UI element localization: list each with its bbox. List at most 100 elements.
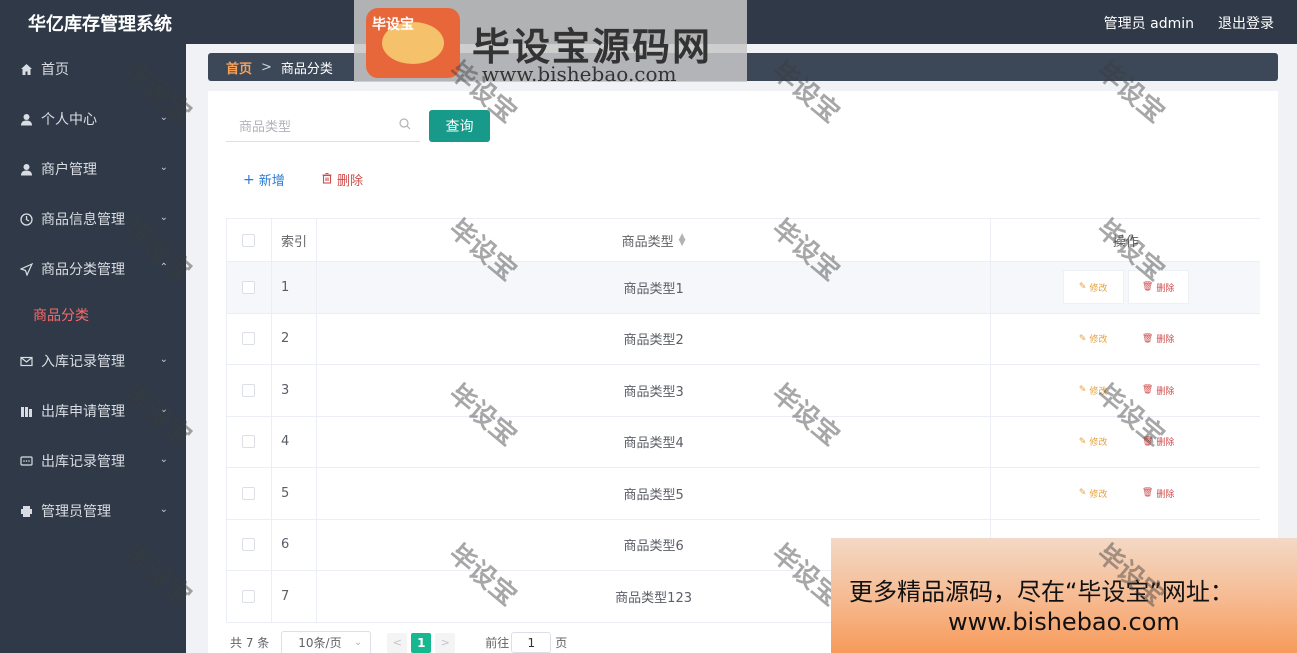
page-size-value: 10条/页 (298, 636, 342, 650)
batch-delete-button[interactable]: 删除 (321, 170, 363, 189)
delete-button[interactable]: 🗑删除 (1128, 477, 1188, 510)
pagination: 共 7 条 10条/页 ⌄ < 1 > 前往 1 页 (230, 630, 568, 653)
delete-button[interactable]: 🗑删除 (1128, 322, 1188, 355)
edit-icon: ✎ (1078, 488, 1087, 499)
sidebar-item-merchant[interactable]: 商户管理 ⌄ (0, 144, 186, 194)
column-header-type[interactable]: 商品类型 ▲ ▼ (317, 219, 992, 261)
trash-icon: 🗑 (1141, 333, 1154, 344)
row-checkbox[interactable] (242, 538, 256, 552)
batch-delete-label: 删除 (337, 174, 364, 189)
sort-icon[interactable]: ▲ ▼ (679, 233, 686, 248)
promo-banner: 更多精品源码，尽在“毕设宝”网址： www.bishebao.com (831, 538, 1297, 653)
promo-line-1: 更多精品源码，尽在“毕设宝”网址： (849, 578, 1234, 606)
sidebar-item-label: 商品分类管理 (41, 262, 125, 278)
search-placeholder: 商品类型 (239, 120, 292, 135)
row-index: 1 (272, 262, 317, 313)
row-checkbox[interactable] (242, 486, 256, 500)
chevron-down-icon: ⌄ (159, 212, 168, 223)
sidebar-item-label: 商品信息管理 (41, 212, 125, 228)
query-button[interactable]: 查询 (429, 110, 490, 142)
add-button[interactable]: + 新增 (243, 170, 285, 190)
select-all-checkbox[interactable] (242, 233, 256, 247)
edit-icon: ✎ (1078, 436, 1087, 447)
delete-button[interactable]: 🗑删除 (1128, 425, 1188, 458)
chevron-down-icon: ⌄ (159, 354, 168, 365)
sidebar-item-admin-management[interactable]: 管理员管理 ⌄ (0, 486, 186, 536)
chevron-down-icon: ⌄ (159, 454, 168, 465)
row-checkbox[interactable] (242, 280, 256, 294)
sidebar-item-product-info[interactable]: 商品信息管理 ⌄ (0, 194, 186, 244)
goto-prefix: 前往 (485, 636, 510, 650)
column-header-index: 索引 (272, 219, 317, 261)
current-user: 管理员 admin (1103, 16, 1194, 32)
row-type: 商品类型5 (317, 468, 992, 519)
trash-icon: 🗑 (1141, 282, 1154, 293)
row-index: 5 (272, 468, 317, 519)
user-icon (18, 111, 34, 127)
sidebar-subitem-product-category[interactable]: 商品分类 (0, 294, 186, 336)
sidebar-item-label: 管理员管理 (41, 504, 111, 520)
row-type: 商品类型4 (317, 416, 992, 467)
goto-page-input[interactable]: 1 (511, 632, 552, 653)
row-index: 2 (272, 313, 317, 364)
sidebar-item-outbound-requests[interactable]: 出库申请管理 ⌄ (0, 386, 186, 436)
watermark-url: www.bishebao.com (482, 62, 677, 86)
chevron-up-icon: ⌃ (159, 262, 168, 273)
sidebar-item-label: 入库记录管理 (41, 354, 125, 370)
chevron-down-icon: ⌄ (353, 636, 363, 648)
chevron-down-icon: ⌄ (159, 112, 168, 123)
sidebar-item-outbound-records[interactable]: 出库记录管理 ⌄ (0, 436, 186, 486)
logout-link[interactable]: 退出登录 (1218, 13, 1274, 33)
edit-button[interactable]: ✎修改 (1063, 425, 1123, 458)
table-row: 2 商品类型2 ✎ 修改 🗑 删除 (227, 313, 1260, 365)
column-header-ops: 操作 (1112, 234, 1139, 250)
next-page-button[interactable]: > (435, 632, 456, 653)
mail-icon (18, 353, 34, 369)
chat-icon (18, 453, 34, 469)
sidebar-item-inbound-records[interactable]: 入库记录管理 ⌄ (0, 336, 186, 386)
page-size-select[interactable]: 10条/页 ⌄ (281, 630, 372, 653)
edit-button[interactable]: ✎修改 (1063, 374, 1123, 407)
sidebar-item-label: 个人中心 (41, 112, 97, 128)
breadcrumb-home[interactable]: 首页 (226, 58, 252, 77)
page-number-current[interactable]: 1 (411, 632, 432, 653)
sidebar-item-label: 商户管理 (41, 162, 97, 178)
watermark-logo-text: 毕设宝 (372, 17, 414, 33)
trash-icon: 🗑 (1141, 385, 1154, 396)
printer-icon (18, 503, 34, 519)
row-index: 6 (272, 519, 317, 570)
promo-line-2: www.bishebao.com (948, 608, 1180, 636)
column-header-type-label: 商品类型 (621, 234, 674, 250)
sidebar-item-product-category[interactable]: 商品分类管理 ⌃ (0, 244, 186, 294)
prev-page-button[interactable]: < (387, 632, 408, 653)
send-icon (18, 261, 34, 277)
sidebar-item-label: 出库申请管理 (41, 404, 125, 420)
edit-button[interactable]: ✎修改 (1063, 477, 1123, 510)
breadcrumb-separator: > (261, 59, 272, 75)
app-title: 华亿库存管理系统 (28, 14, 172, 35)
delete-button[interactable]: 🗑删除 (1128, 271, 1188, 304)
goto-suffix: 页 (555, 636, 568, 650)
row-checkbox[interactable] (242, 332, 256, 346)
add-button-label: 新增 (258, 174, 285, 189)
home-icon (18, 61, 34, 77)
sidebar-item-profile[interactable]: 个人中心 ⌄ (0, 94, 186, 144)
chevron-left-icon: < (392, 636, 402, 649)
edit-button[interactable]: ✎修改 (1063, 271, 1123, 304)
row-type: 商品类型3 (317, 365, 992, 416)
row-checkbox[interactable] (242, 383, 256, 397)
row-index: 7 (272, 571, 317, 622)
sidebar-item-home[interactable]: 首页 (0, 44, 186, 94)
row-checkbox[interactable] (242, 435, 256, 449)
chevron-down-icon: ⌄ (159, 504, 168, 515)
chevron-down-icon: ⌄ (159, 404, 168, 415)
row-type: 商品类型1 (317, 262, 992, 313)
table-row: 5 商品类型5 ✎ 修改 🗑 删除 (227, 468, 1260, 520)
sidebar: 首页 个人中心 ⌄ 商户管理 ⌄ 商品信息管理 ⌄ 商品分类管理 ⌃ 商品分类 … (0, 44, 186, 653)
search-input[interactable]: 商品类型 (226, 110, 420, 142)
clock-icon (18, 211, 34, 227)
edit-button[interactable]: ✎修改 (1063, 322, 1123, 355)
delete-button[interactable]: 🗑删除 (1128, 374, 1188, 407)
row-checkbox[interactable] (242, 589, 256, 603)
table-row: 4 商品类型4 ✎ 修改 🗑 删除 (227, 416, 1260, 468)
